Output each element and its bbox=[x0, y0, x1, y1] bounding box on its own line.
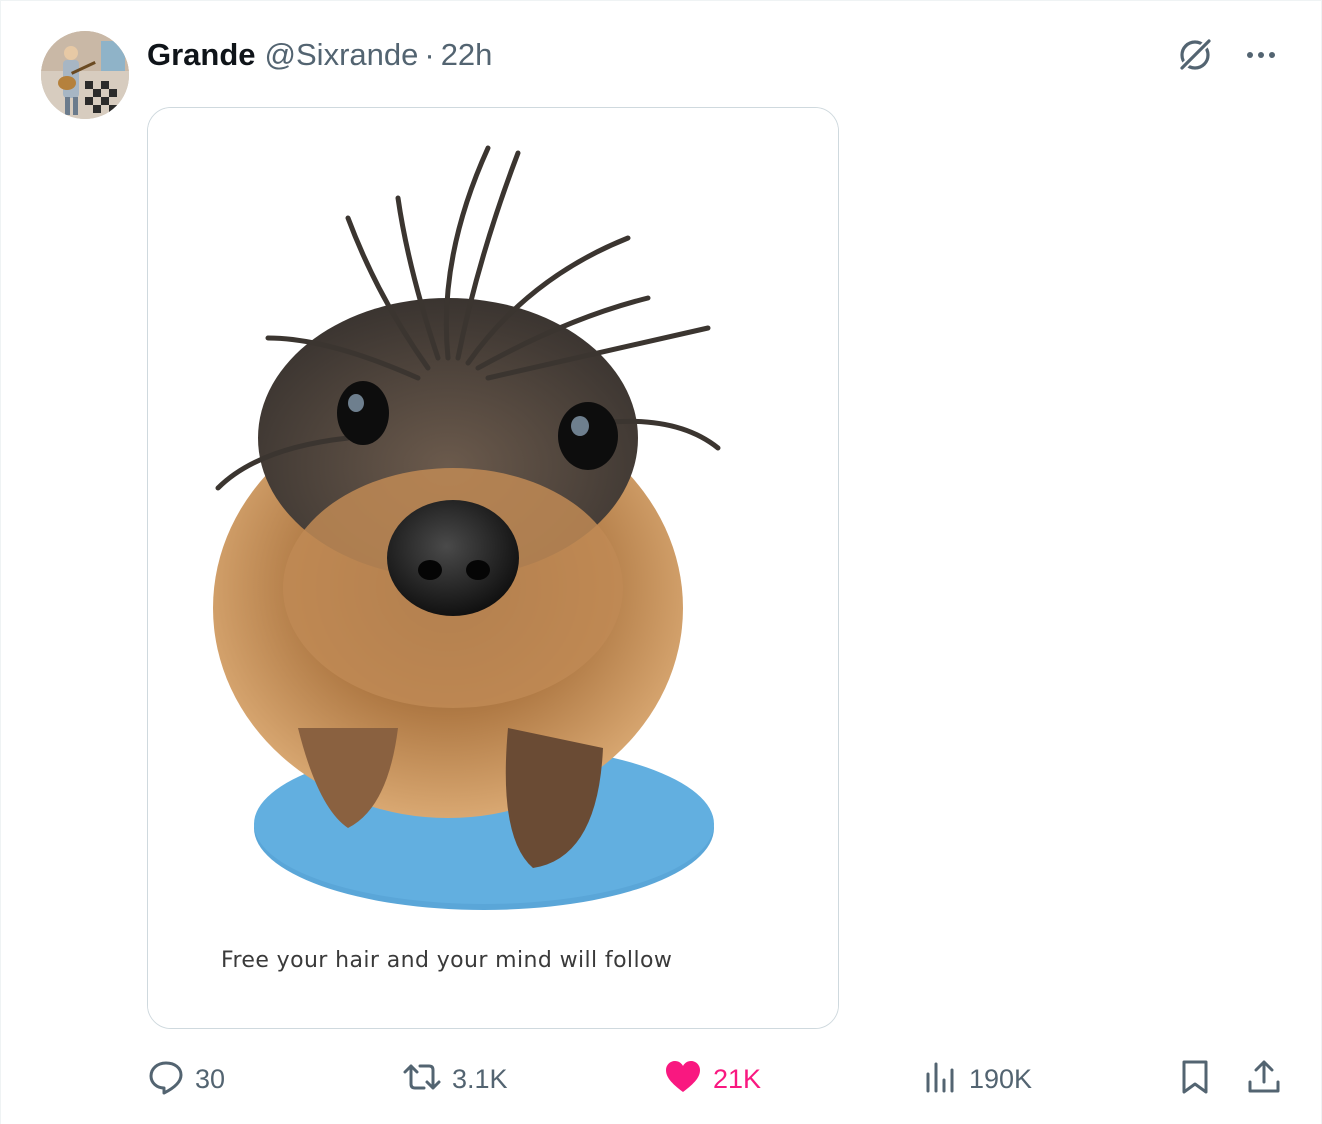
views-icon bbox=[923, 1058, 959, 1101]
header-separator: · bbox=[424, 37, 435, 72]
reply-count: 30 bbox=[195, 1063, 226, 1094]
repost-count: 3.1K bbox=[452, 1063, 508, 1094]
dog-photo bbox=[148, 108, 838, 1028]
grok-icon[interactable] bbox=[1175, 35, 1215, 75]
author-display-name[interactable]: Grande bbox=[147, 37, 256, 73]
more-icon[interactable] bbox=[1241, 35, 1281, 75]
reply-button[interactable]: 30 bbox=[147, 1055, 225, 1103]
avatar[interactable] bbox=[41, 31, 129, 119]
timestamp[interactable]: 22h bbox=[441, 37, 493, 73]
views-count: 190K bbox=[969, 1063, 1033, 1094]
action-bar: 30 3.1K 21K 190K bbox=[147, 1055, 1287, 1103]
like-count: 21K bbox=[713, 1063, 762, 1094]
like-button[interactable]: 21K bbox=[663, 1055, 761, 1103]
reply-icon bbox=[147, 1058, 185, 1101]
share-icon bbox=[1245, 1058, 1283, 1101]
tweet-header: Grande @Sixrande · 22h bbox=[147, 35, 492, 75]
top-actions bbox=[1175, 35, 1281, 75]
views-button[interactable]: 190K bbox=[923, 1055, 1032, 1103]
tweet-card[interactable]: Grande @Sixrande · 22h Free your hair an… bbox=[0, 0, 1322, 1124]
image-caption: Free your hair and your mind will follow bbox=[221, 948, 673, 973]
heart-icon bbox=[663, 1058, 703, 1101]
repost-button[interactable]: 3.1K bbox=[402, 1055, 508, 1103]
author-handle[interactable]: @Sixrande bbox=[265, 37, 419, 73]
post-image[interactable]: Free your hair and your mind will follow bbox=[147, 107, 839, 1029]
bookmark-icon bbox=[1177, 1058, 1213, 1101]
bookmark-button[interactable] bbox=[1177, 1055, 1213, 1103]
share-button[interactable] bbox=[1245, 1055, 1283, 1103]
repost-icon bbox=[402, 1058, 442, 1101]
